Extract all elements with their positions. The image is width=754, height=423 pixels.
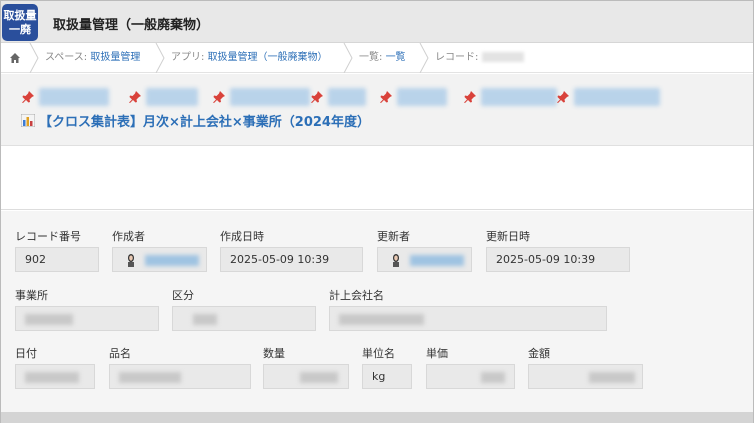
- date-field: [15, 364, 95, 389]
- office-value-redacted: [25, 313, 73, 325]
- breadcrumb-space-link[interactable]: 取扱量管理: [90, 52, 140, 63]
- amount-value-redacted: [589, 371, 635, 383]
- avatar: [393, 254, 399, 267]
- pinned-link-redacted: [397, 88, 447, 106]
- updated-at-field: 2025-05-09 10:39: [486, 247, 630, 272]
- updated-at-label: 更新日時: [486, 230, 530, 243]
- unit-price-label: 単価: [426, 347, 448, 360]
- created-at-label: 作成日時: [220, 230, 264, 243]
- pin-icon: [213, 91, 225, 103]
- record-number-label: レコード番号: [15, 230, 81, 243]
- pinned-link[interactable]: [21, 87, 109, 107]
- app-title: 取扱量管理（一般廃棄物）: [53, 18, 210, 33]
- pinned-link-redacted: [328, 88, 366, 106]
- breadcrumb-app-link[interactable]: 取扱量管理（一般廃棄物）: [208, 52, 328, 63]
- office-field: [15, 306, 159, 331]
- pinned-link-redacted: [146, 88, 198, 106]
- breadcrumb-separator: [343, 43, 353, 73]
- pinned-link-redacted: [39, 88, 109, 106]
- avatar: [128, 254, 134, 267]
- bar-chart-icon: [21, 114, 35, 127]
- breadcrumb-record-prefix: レコード:: [435, 52, 482, 63]
- app-icon[interactable]: 取扱量 一廃: [2, 4, 38, 41]
- report-link-label: 【クロス集計表】月次×計上会社×事業所（2024年度）: [39, 115, 370, 130]
- unit-label: 単位名: [362, 347, 395, 360]
- home-icon[interactable]: [9, 52, 21, 64]
- company-label: 計上会社名: [329, 289, 384, 302]
- pinned-link[interactable]: [556, 87, 660, 107]
- created-at-field: 2025-05-09 10:39: [220, 247, 363, 272]
- creator-label: 作成者: [112, 230, 145, 243]
- unit-price-value-redacted: [481, 371, 505, 383]
- amount-field: [528, 364, 643, 389]
- breadcrumb: スペース: 取扱量管理 アプリ: 取扱量管理（一般廃棄物） 一覧: 一覧 レコー…: [1, 43, 753, 73]
- date-label: 日付: [15, 347, 37, 360]
- creator-name-redacted: [144, 254, 199, 266]
- unit-price-field: [426, 364, 515, 389]
- record-details: レコード番号 902 作成者 作成日時 2025-05-09 10:39 更新者…: [1, 211, 753, 412]
- amount-label: 金額: [528, 347, 550, 360]
- pin-icon: [380, 91, 392, 103]
- unit-field: kg: [362, 364, 412, 389]
- date-value-redacted: [25, 371, 79, 383]
- breadcrumb-record-id-redacted: [481, 52, 524, 62]
- updater-name-redacted: [409, 254, 464, 266]
- pinned-link-redacted: [481, 88, 557, 106]
- pin-icon: [311, 91, 323, 103]
- app-icon-text: 取扱量 一廃: [3, 9, 37, 36]
- pinned-link[interactable]: [379, 87, 447, 107]
- pinned-link-redacted: [230, 88, 310, 106]
- related-links-area: 【クロス集計表】月次×計上会社×事業所（2024年度）: [1, 74, 753, 146]
- pin-icon: [464, 91, 476, 103]
- breadcrumb-list-link[interactable]: 一覧: [386, 52, 406, 63]
- report-link[interactable]: 【クロス集計表】月次×計上会社×事業所（2024年度）: [21, 111, 370, 130]
- pin-icon: [22, 91, 34, 103]
- pin-icon: [129, 91, 141, 103]
- category-label: 区分: [172, 289, 194, 302]
- record-number-field: 902: [15, 247, 99, 272]
- breadcrumb-separator: [419, 43, 429, 73]
- breadcrumb-record: レコード:: [435, 43, 524, 73]
- breadcrumb-separator: [155, 43, 165, 73]
- pin-icon: [557, 91, 569, 103]
- item-name-field: [109, 364, 251, 389]
- item-name-label: 品名: [109, 347, 131, 360]
- office-label: 事業所: [15, 289, 48, 302]
- pinned-link[interactable]: [310, 87, 366, 107]
- pinned-link[interactable]: [212, 87, 310, 107]
- company-value-redacted: [339, 313, 424, 325]
- toolbar-area: [1, 146, 753, 210]
- company-field: [329, 306, 607, 331]
- quantity-value-redacted: [300, 371, 338, 383]
- breadcrumb-separator: [29, 43, 39, 73]
- breadcrumb-list[interactable]: 一覧: 一覧: [359, 43, 406, 73]
- breadcrumb-space-prefix: スペース:: [45, 52, 91, 63]
- breadcrumb-app[interactable]: アプリ: 取扱量管理（一般廃棄物）: [171, 43, 328, 73]
- bottom-scroll-bar: [1, 412, 753, 423]
- app-header: 取扱量 一廃 取扱量管理（一般廃棄物）: [1, 1, 753, 43]
- breadcrumb-list-prefix: 一覧:: [359, 52, 386, 63]
- breadcrumb-space[interactable]: スペース: 取扱量管理: [45, 43, 140, 73]
- pinned-link[interactable]: [463, 87, 557, 107]
- creator-field[interactable]: [112, 247, 207, 272]
- breadcrumb-app-prefix: アプリ:: [171, 52, 208, 63]
- pinned-link[interactable]: [128, 87, 198, 107]
- item-name-value-redacted: [119, 371, 181, 383]
- quantity-field: [263, 364, 349, 389]
- quantity-label: 数量: [263, 347, 285, 360]
- category-field: [172, 306, 316, 331]
- updater-field[interactable]: [377, 247, 472, 272]
- updater-label: 更新者: [377, 230, 410, 243]
- category-value-redacted: [193, 313, 217, 325]
- pinned-link-redacted: [574, 88, 660, 106]
